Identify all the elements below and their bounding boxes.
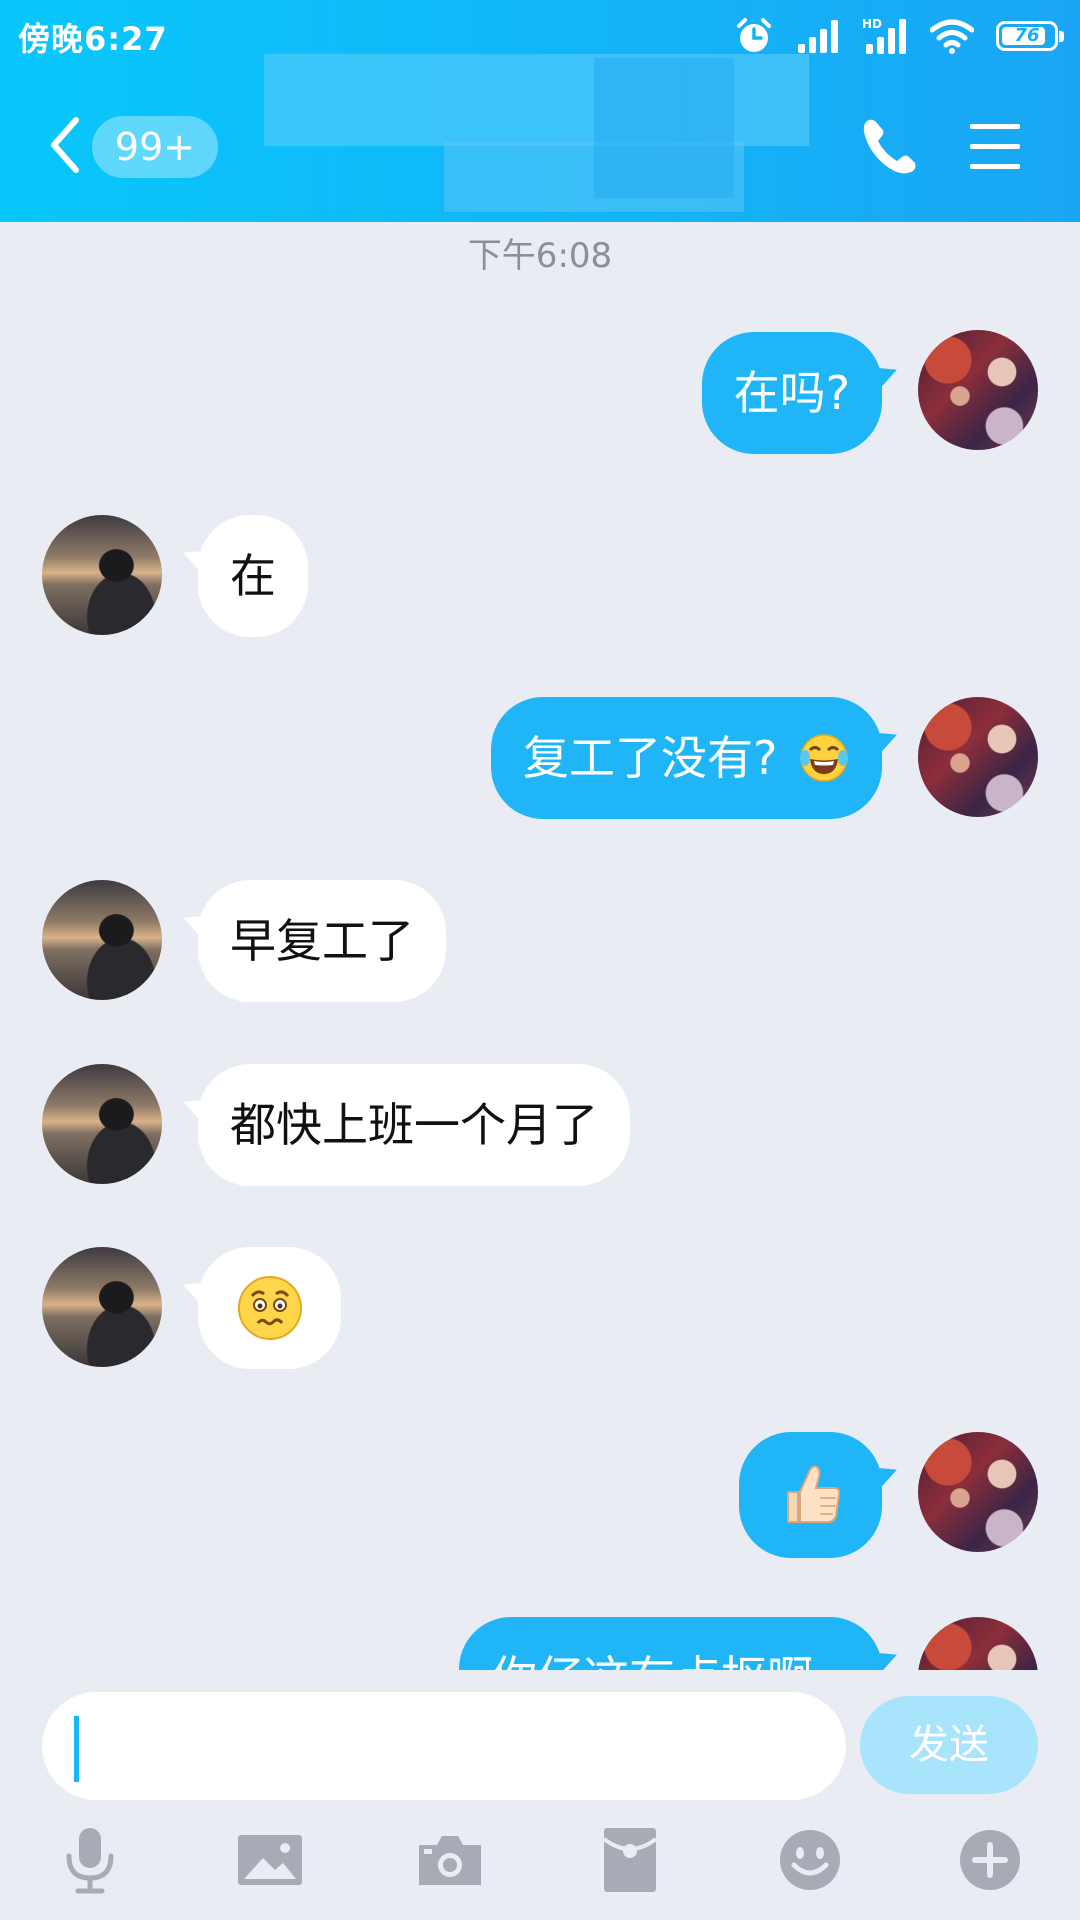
image-icon [238, 1835, 302, 1885]
message-bubble-incoming[interactable] [198, 1247, 341, 1369]
signal-hd-icon: HD [862, 17, 906, 54]
message-text: 都快上班一个月了 [230, 1098, 598, 1152]
plus-icon [960, 1830, 1020, 1890]
contact-avatar[interactable] [42, 880, 162, 1000]
my-avatar[interactable] [918, 330, 1038, 450]
contact-name-redacted[interactable] [264, 50, 809, 212]
menu-button[interactable] [960, 114, 1030, 180]
input-bar: 发送 [0, 1670, 1080, 1920]
voice-button[interactable] [50, 1820, 130, 1900]
wifi-icon [930, 19, 974, 54]
emoji-icon [780, 1830, 840, 1890]
battery-icon: 76 [996, 21, 1064, 51]
back-button[interactable] [40, 110, 90, 180]
red-packet-button[interactable] [590, 1820, 670, 1900]
red-packet-icon [602, 1828, 658, 1892]
battery-level: 76 [1014, 25, 1040, 46]
text-caret [74, 1716, 79, 1782]
input-toolbar [0, 1820, 1080, 1920]
message-bubble-outgoing[interactable] [739, 1432, 882, 1558]
svg-text:HD: HD [862, 17, 882, 31]
contact-avatar[interactable] [42, 1064, 162, 1184]
message-text: 在 [230, 549, 276, 603]
chevron-left-icon [51, 117, 79, 173]
message-bubble-outgoing[interactable]: 复工了没有? [490, 697, 882, 819]
message-list[interactable]: 下午6:08 在吗? 在 复工了没有? 早复工了 都快上班一个月了 [0, 222, 1080, 1670]
message-bubble-outgoing[interactable]: 你仔这有点抠啊 [459, 1617, 882, 1670]
laugh-cry-emoji [800, 733, 848, 782]
contact-avatar[interactable] [42, 1247, 162, 1367]
message-bubble-incoming[interactable]: 都快上班一个月了 [198, 1064, 630, 1186]
call-button[interactable] [855, 112, 925, 182]
signal-icon [798, 20, 838, 53]
camera-button[interactable] [410, 1820, 490, 1900]
more-button[interactable] [950, 1820, 1030, 1900]
message-text: 复工了没有? [522, 731, 778, 785]
status-time: 傍晚6:27 [18, 20, 168, 58]
message-bubble-incoming[interactable]: 在 [198, 515, 308, 637]
image-button[interactable] [230, 1820, 310, 1900]
emoji-button[interactable] [770, 1820, 850, 1900]
chat-header: 傍晚6:27 HD 76 99+ [0, 0, 1080, 222]
camera-icon [419, 1836, 481, 1885]
message-bubble-incoming[interactable]: 早复工了 [198, 880, 446, 1002]
message-text: 你仔这有点抠啊 [491, 1651, 813, 1670]
message-text: 早复工了 [230, 914, 414, 968]
worried-face-emoji [237, 1276, 302, 1340]
message-input[interactable] [42, 1692, 846, 1800]
message-timestamp: 下午6:08 [467, 236, 613, 276]
phone-icon [863, 119, 916, 174]
my-avatar[interactable] [918, 1432, 1038, 1552]
message-text: 在吗? [733, 366, 850, 420]
hamburger-menu-icon [970, 124, 1020, 169]
thumbs-up-emoji [786, 1465, 840, 1523]
contact-avatar[interactable] [42, 515, 162, 635]
unread-count-badge[interactable]: 99+ [92, 116, 218, 178]
send-button[interactable]: 发送 [860, 1696, 1038, 1794]
message-bubble-outgoing[interactable]: 在吗? [701, 332, 882, 454]
my-avatar[interactable] [918, 697, 1038, 817]
microphone-icon [66, 1828, 114, 1894]
my-avatar[interactable] [918, 1617, 1038, 1670]
